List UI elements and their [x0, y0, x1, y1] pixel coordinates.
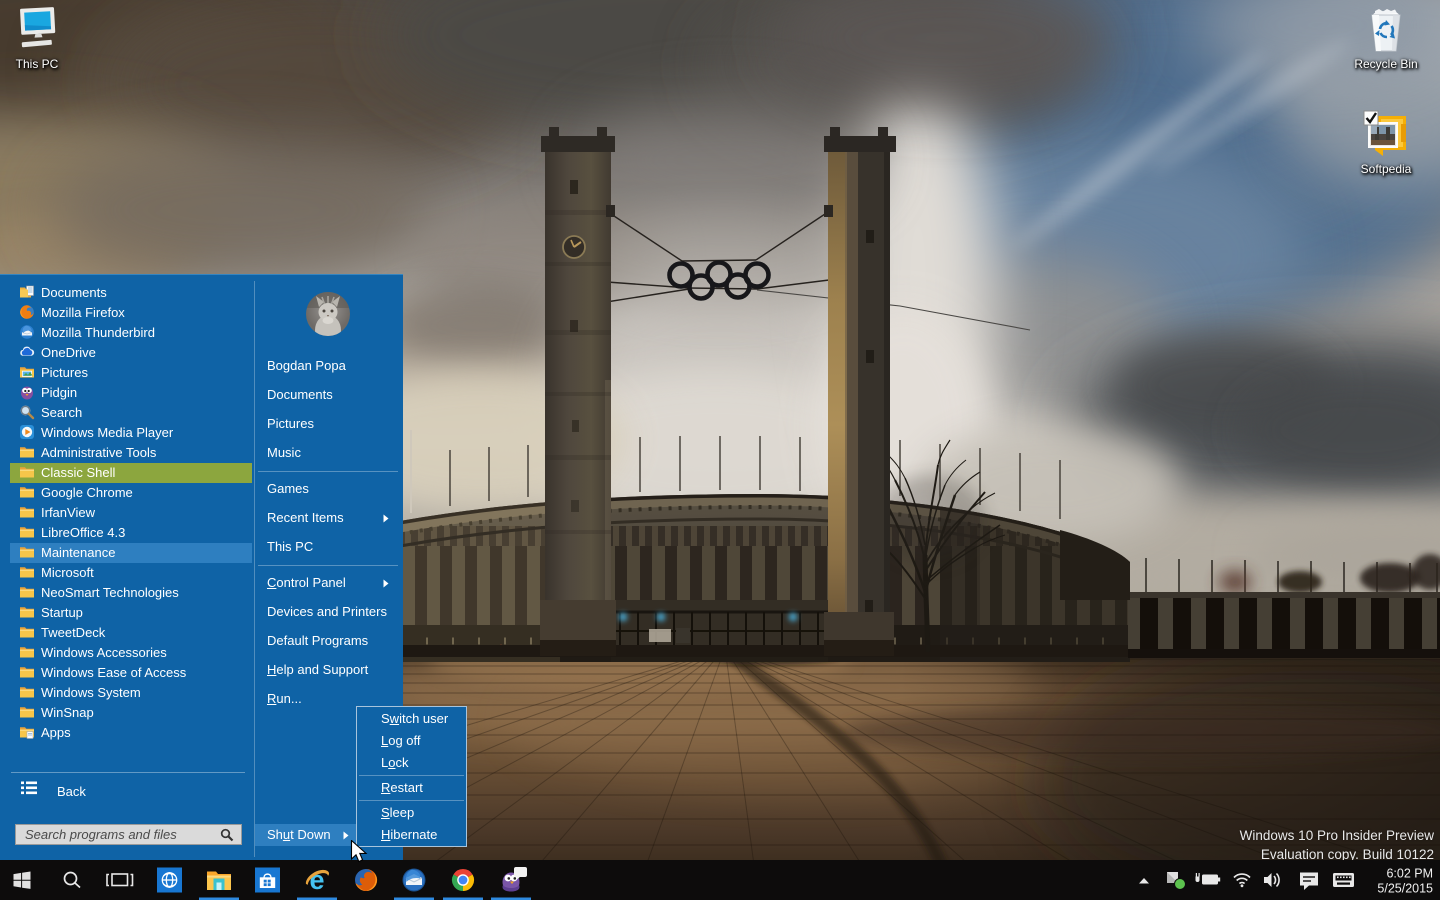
svg-text:6:02 PM: 6:02 PM: [1386, 867, 1433, 881]
svg-text:5/25/2015: 5/25/2015: [1377, 882, 1433, 896]
svg-text:e: e: [309, 865, 324, 895]
